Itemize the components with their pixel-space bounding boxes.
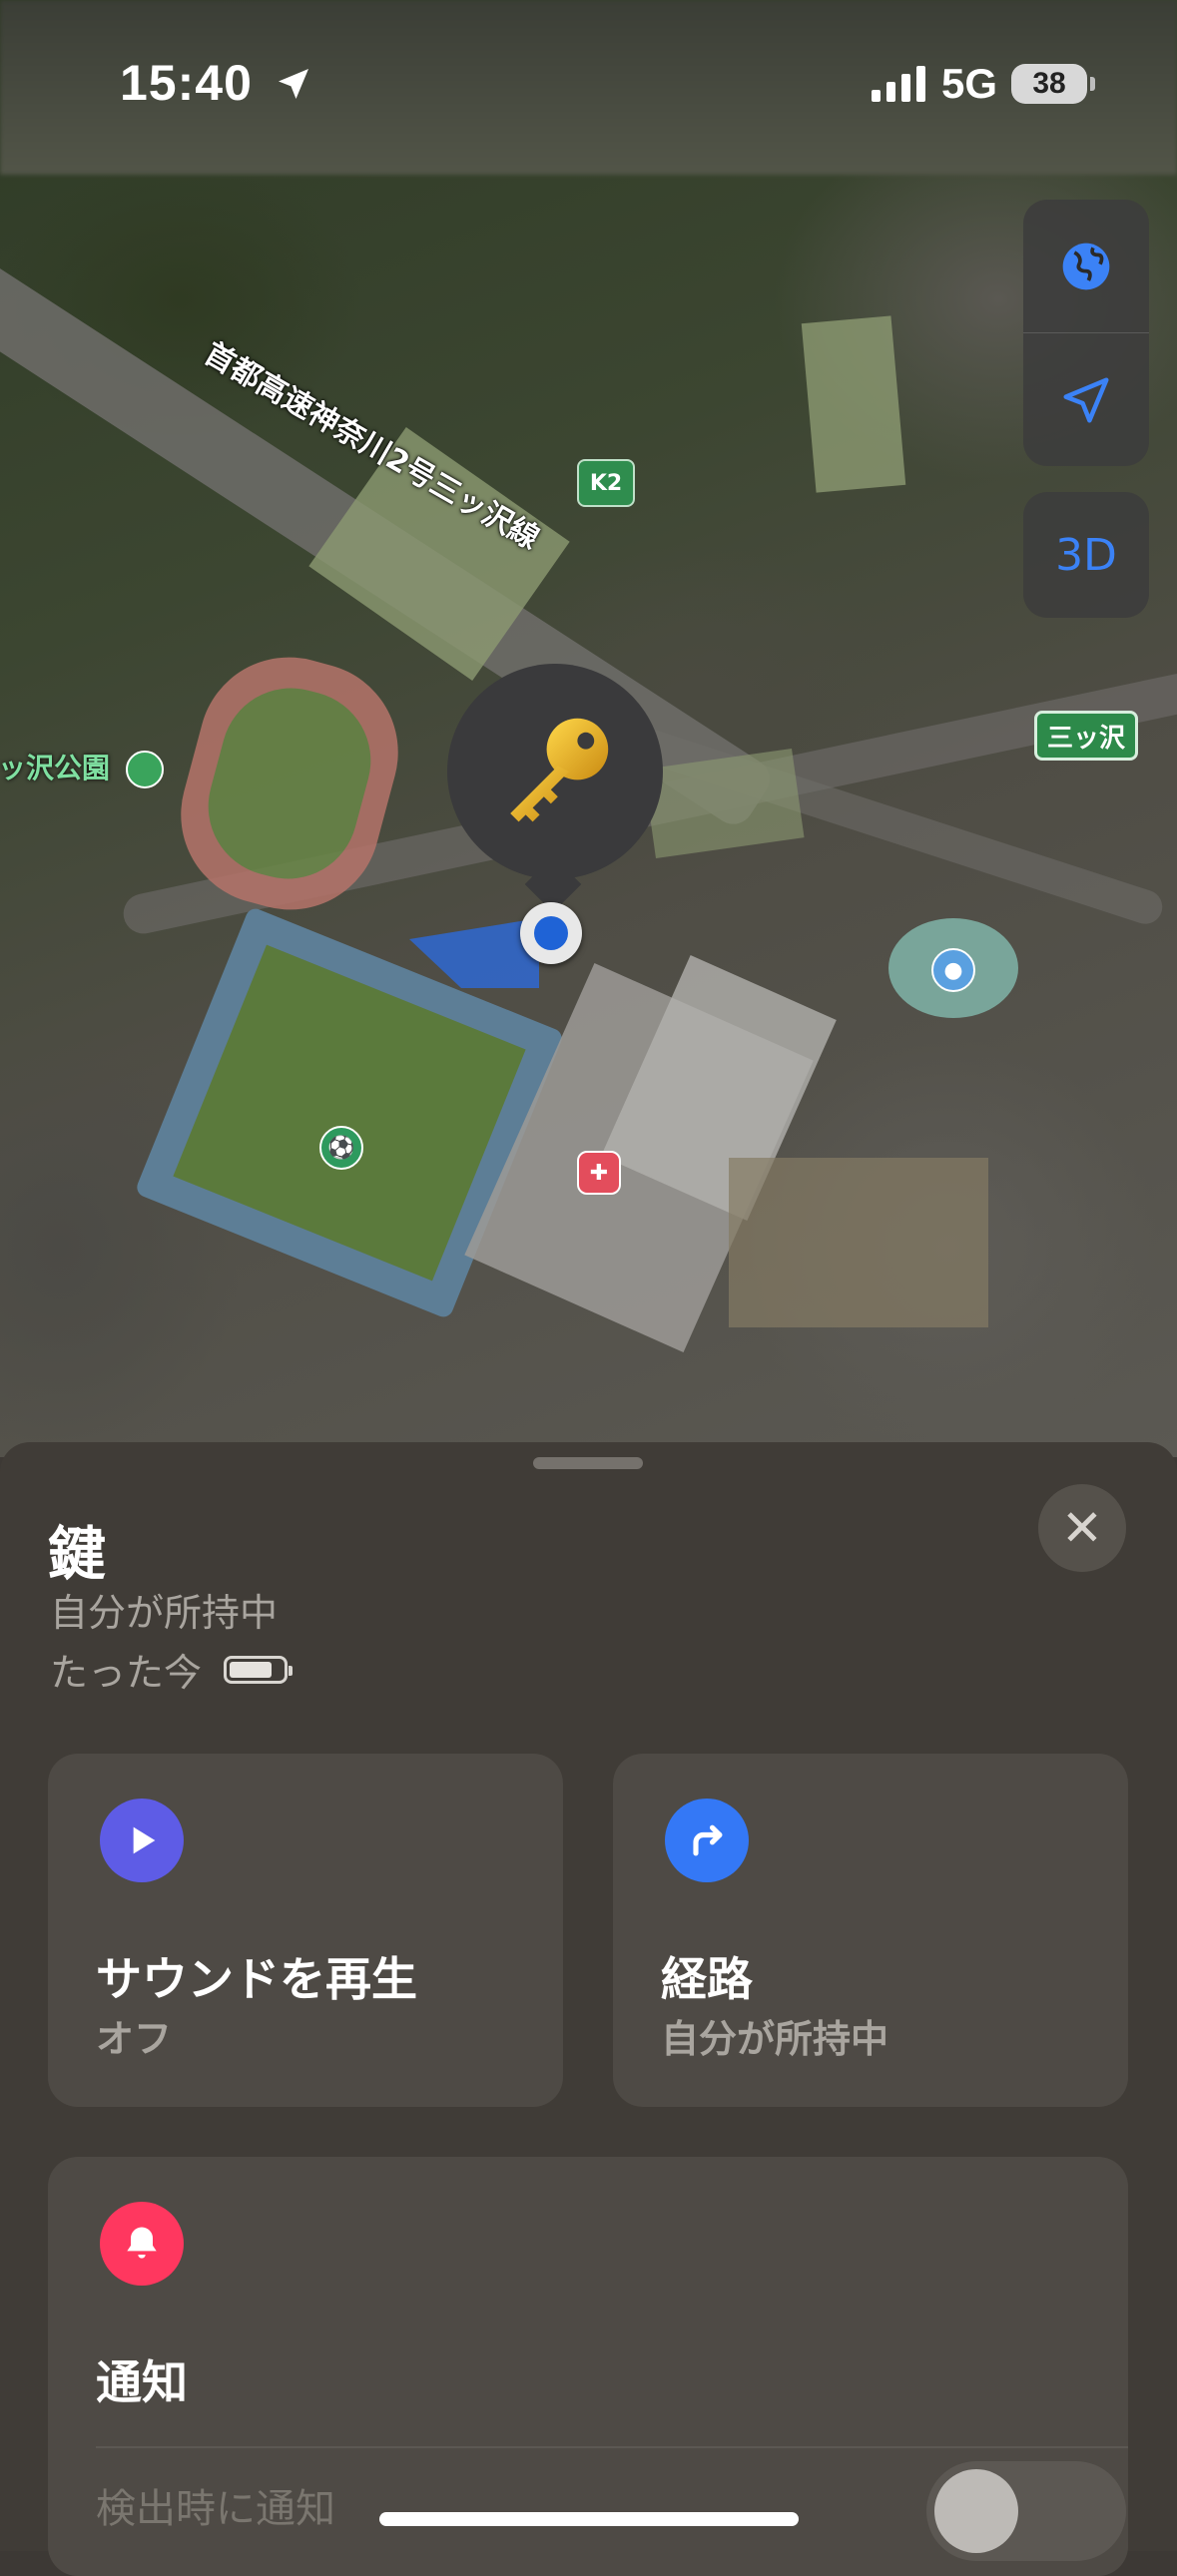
status-time: 15:40 — [120, 54, 313, 112]
notifications-divider — [96, 2446, 1128, 2448]
3d-button[interactable]: 3D — [1023, 492, 1149, 618]
play-sound-title: サウンドを再生 — [96, 1952, 417, 2006]
directions-title: 経路 — [661, 1952, 753, 2006]
item-title: 鍵 — [48, 1520, 107, 1588]
network-type: 5G — [940, 60, 997, 107]
key-marker[interactable] — [447, 664, 663, 879]
key-icon — [510, 718, 609, 822]
play-sound-card[interactable]: サウンドを再生 オフ — [48, 1754, 563, 2107]
sheet-grabber[interactable] — [533, 1457, 643, 1469]
hospital-poi-icon[interactable]: ✚ — [577, 1151, 621, 1195]
notify-when-found-toggle[interactable] — [926, 2461, 1126, 2561]
park-label-text: ッ沢公園 — [0, 752, 111, 784]
notify-when-found-label: 検出時に通知 — [96, 2486, 335, 2532]
route-badge: K2 — [577, 459, 635, 507]
courts-right — [643, 748, 805, 859]
location-services-icon — [278, 69, 308, 99]
map-view[interactable]: 首都高速神奈川2号三ッ沢線 K2 三ッ沢 ッ沢公園 ⚽ ✚ ● 15:40 5G… — [0, 0, 1177, 1457]
place-sign[interactable]: 三ッ沢 — [1034, 711, 1139, 761]
stadium-poi-icon[interactable]: ⚽ — [319, 1126, 363, 1170]
item-location-dot — [520, 902, 582, 964]
item-detail-sheet: 鍵 自分が所持中 たった今 ✕ サウンドを再生 オフ 経路 自分が所持中 通知 … — [0, 1442, 1177, 2576]
sports-field-top — [801, 315, 906, 493]
map-style-button[interactable] — [1023, 200, 1149, 332]
last-updated: たった今 — [50, 1642, 294, 1697]
battery-indicator: 38 — [1011, 64, 1095, 104]
turn-arrow-icon — [665, 1799, 749, 1882]
tree-icon — [125, 751, 164, 788]
close-button[interactable]: ✕ — [1038, 1484, 1126, 1572]
updated-text: たった今 — [50, 1651, 203, 1695]
cellular-signal-icon — [871, 66, 925, 102]
notifications-title: 通知 — [96, 2355, 188, 2409]
park-label[interactable]: ッ沢公園 — [0, 747, 164, 788]
status-indicators: 5G 38 — [871, 60, 1095, 108]
status-bar: 15:40 5G 38 — [0, 0, 1177, 175]
current-location-button[interactable] — [1023, 332, 1149, 466]
directions-status: 自分が所持中 — [661, 2017, 889, 2061]
map-controls — [1023, 200, 1149, 466]
construction-site — [729, 1158, 988, 1327]
home-indicator[interactable] — [379, 2512, 799, 2526]
item-battery-icon — [224, 1655, 294, 1684]
item-subtitle: 自分が所持中 — [50, 1591, 279, 1635]
bell-icon — [100, 2202, 184, 2286]
location-arrow-icon — [1063, 377, 1109, 422]
play-sound-status: オフ — [96, 2017, 173, 2061]
pond-poi-icon[interactable]: ● — [931, 948, 975, 992]
directions-card[interactable]: 経路 自分が所持中 — [613, 1754, 1128, 2107]
globe-icon — [1062, 243, 1110, 289]
play-icon — [100, 1799, 184, 1882]
